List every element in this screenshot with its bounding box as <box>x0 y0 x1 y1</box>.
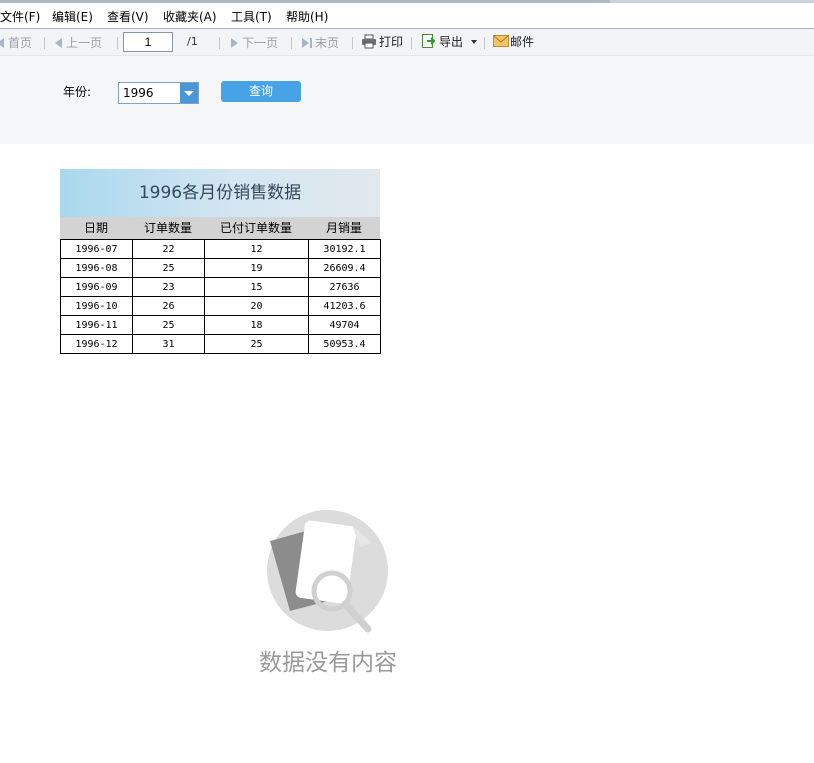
chevron-down-icon <box>184 91 194 96</box>
first-page-label: 首页 <box>8 36 33 50</box>
column-header-monthly-sales: 月销量 <box>325 221 362 235</box>
prev-page-button[interactable]: 上一页 <box>55 34 102 51</box>
menu-favorites[interactable]: 收藏夹(A) <box>163 8 217 25</box>
menu-file[interactable]: 文件(F) <box>0 8 40 25</box>
sales-table: 1996-07 22 12 30192.1 1996-08 25 19 2660… <box>60 239 381 354</box>
export-dropdown-icon <box>470 40 477 44</box>
toolbar-separator <box>352 37 353 49</box>
cell-orders: 26 <box>132 296 205 316</box>
prev-page-label: 上一页 <box>66 36 103 50</box>
email-button[interactable]: 邮件 <box>493 33 534 50</box>
menu-help[interactable]: 帮助(H) <box>286 8 328 25</box>
next-page-label: 下一页 <box>242 36 279 50</box>
cell-date: 1996-10 <box>60 296 133 316</box>
cell-date: 1996-07 <box>60 239 133 259</box>
toolbar-separator <box>484 37 485 49</box>
table-row: 1996-07 22 12 30192.1 <box>60 239 381 259</box>
page-number-input[interactable]: 1 <box>123 32 173 52</box>
toolbar-separator <box>117 37 118 49</box>
cell-monthly-sales: 26609.4 <box>308 258 381 278</box>
last-page-bar-icon <box>310 38 312 48</box>
table-row: 1996-10 26 20 41203.6 <box>60 296 381 316</box>
last-page-button[interactable]: 末页 <box>302 34 339 51</box>
cell-monthly-sales: 49704 <box>308 315 381 335</box>
next-page-icon <box>231 38 238 48</box>
cell-date: 1996-08 <box>60 258 133 278</box>
cell-orders: 25 <box>132 258 205 278</box>
year-dropdown-arrow[interactable] <box>180 83 198 103</box>
toolbar-separator <box>411 37 412 49</box>
menu-view[interactable]: 查看(V) <box>107 8 149 25</box>
table-row: 1996-11 25 18 49704 <box>60 315 381 335</box>
first-page-icon <box>0 38 4 48</box>
printer-icon <box>362 34 376 49</box>
cell-monthly-sales: 50953.4 <box>308 334 381 354</box>
menu-tools[interactable]: 工具(T) <box>231 8 272 25</box>
next-page-button[interactable]: 下一页 <box>231 34 278 51</box>
report-header-row: 日期 订单数量 已付订单数量 月销量 <box>60 217 380 239</box>
cell-monthly-sales: 27636 <box>308 277 381 297</box>
cell-date: 1996-12 <box>60 334 133 354</box>
page-total: /1 <box>187 35 198 48</box>
report-title: 1996各月份销售数据 <box>60 169 380 217</box>
toolbar-separator <box>291 37 292 49</box>
export-button[interactable]: 导出 <box>421 33 477 50</box>
mail-icon <box>493 35 509 47</box>
column-header-paid-orders: 已付订单数量 <box>219 221 292 235</box>
year-label: 年份: <box>63 85 92 99</box>
cell-paid-orders: 25 <box>204 334 309 354</box>
prev-page-icon <box>55 38 62 48</box>
year-select-value: 1996 <box>123 86 154 100</box>
last-page-label: 末页 <box>315 36 340 50</box>
column-header-date: 日期 <box>83 221 108 235</box>
empty-state-text: 数据没有内容 <box>259 650 397 676</box>
toolbar-separator <box>219 37 220 49</box>
query-button[interactable]: 查询 <box>221 81 301 102</box>
cell-paid-orders: 18 <box>204 315 309 335</box>
year-select[interactable]: 1996 <box>118 82 199 104</box>
document-search-icon <box>270 520 372 633</box>
table-row: 1996-12 31 25 50953.4 <box>60 334 381 354</box>
menu-edit[interactable]: 编辑(E) <box>52 8 93 25</box>
print-label: 打印 <box>379 35 404 49</box>
first-page-button[interactable]: 首页 <box>0 34 32 51</box>
cell-paid-orders: 20 <box>204 296 309 316</box>
export-label: 导出 <box>439 35 464 49</box>
cell-orders: 25 <box>132 315 205 335</box>
cell-orders: 22 <box>132 239 205 259</box>
table-row: 1996-08 25 19 26609.4 <box>60 258 381 278</box>
table-row: 1996-09 23 15 27636 <box>60 277 381 297</box>
export-icon <box>422 34 436 48</box>
cell-date: 1996-09 <box>60 277 133 297</box>
last-page-icon <box>302 38 309 48</box>
cell-orders: 23 <box>132 277 205 297</box>
cell-orders: 31 <box>132 334 205 354</box>
cell-monthly-sales: 41203.6 <box>308 296 381 316</box>
column-header-orders: 订单数量 <box>143 221 192 235</box>
cell-paid-orders: 12 <box>204 239 309 259</box>
email-label: 邮件 <box>510 35 535 49</box>
cell-date: 1996-11 <box>60 315 133 335</box>
print-button[interactable]: 打印 <box>361 33 403 50</box>
cell-monthly-sales: 30192.1 <box>308 239 381 259</box>
toolbar-separator <box>44 37 45 49</box>
cell-paid-orders: 19 <box>204 258 309 278</box>
cell-paid-orders: 15 <box>204 277 309 297</box>
menu-bar: 文件(F) 编辑(E) 查看(V) 收藏夹(A) 工具(T) 帮助(H) <box>0 3 814 29</box>
